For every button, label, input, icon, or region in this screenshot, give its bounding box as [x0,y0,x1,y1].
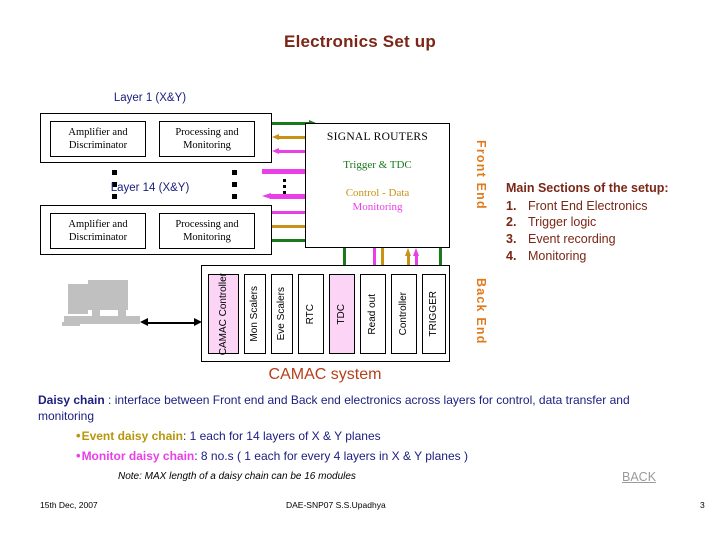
camac-module-camac-controller[interactable]: CAMAC Controller [208,272,239,356]
camac-module-label: TDC [336,303,348,325]
signal-routers-title: SIGNAL ROUTERS [326,131,429,143]
main-sections-item-1: 1. Front End Electronics [506,198,718,215]
footer-date: 15th Dec, 2007 [40,500,98,510]
camac-module-rtc[interactable]: RTC [298,274,324,354]
camac-system-box: CAMAC Controller Mon Scalers Eve Scalers… [201,265,450,362]
main-sections-item-4: 4. Monitoring [506,248,718,265]
back-end-side-label: Back End [474,278,488,345]
layer-1-amplifier-block: Amplifier and Discriminator [50,121,146,157]
section-text: Monitoring [528,248,587,263]
bullet-icon: • [76,447,81,463]
daisy-chain-description: Daisy chain : interface between Front en… [38,392,678,464]
slide-canvas: Electronics Set up Layer 1 (X&Y) Amplifi… [0,0,720,540]
section-number: 1. [506,198,517,213]
front-end-side-label: Front End [474,140,488,210]
layer-14-processing-block: Processing and Monitoring [159,213,255,249]
event-daisy-chain-bullet: • Event daisy chain : 1 each for 14 laye… [76,428,678,444]
section-text: Front End Electronics [528,198,648,213]
main-sections-item-2: 2. Trigger logic [506,214,718,231]
camac-module-read-out[interactable]: Read out [360,274,386,354]
computer-icon [62,278,142,328]
camac-system-label: CAMAC system [268,366,382,383]
section-text: Trigger logic [528,215,597,230]
daisy-chain-term: Daisy chain [38,393,105,407]
camac-module-label: RTC [305,303,317,325]
layer-14-amplifier-block: Amplifier and Discriminator [50,213,146,249]
camac-module-label: Mon Scalers [249,286,261,342]
section-number: 3. [506,231,517,246]
bullet-icon: • [76,428,81,444]
layer-14-label: Layer 14 (X&Y) [110,182,190,194]
camac-module-trigger[interactable]: TRIGGER [422,274,446,354]
layer-1-box: Amplifier and Discriminator Processing a… [40,113,272,163]
camac-module-label: Read out [367,293,379,335]
event-daisy-chain-term: Event daisy chain [81,429,183,444]
layer-14-box: Amplifier and Discriminator Processing a… [40,205,272,255]
main-sections-item-3: 3. Event recording [506,231,718,248]
camac-module-label: CAMAC Controller [217,272,229,356]
router-monitoring-label: Monitoring [352,201,403,213]
back-link[interactable]: BACK [622,470,656,484]
section-text: Event recording [528,231,616,246]
event-daisy-chain-rest: : 1 each for 14 layers of X & Y planes [182,429,381,444]
daisy-chain-note: Note: MAX length of a daisy chain can be… [118,471,356,482]
daisy-chain-lead: Daisy chain : interface between Front en… [38,392,678,424]
monitor-daisy-chain-bullet: • Monitor daisy chain: 8 no.s ( 1 each f… [76,448,678,464]
main-sections-heading: Main Sections of the setup: [506,181,669,195]
layer-1-processing-block: Processing and Monitoring [159,121,255,157]
signal-routers-box: SIGNAL ROUTERS Trigger & TDC Control - D… [305,123,450,248]
footer-page-number: 3 [700,500,705,510]
footer-center: DAE-SNP07 S.S.Upadhya [286,500,386,510]
monitor-daisy-chain-term: Monitor daisy chain [81,448,195,463]
camac-module-label: Controller [398,292,410,336]
camac-module-mon-scalers[interactable]: Mon Scalers [244,274,266,354]
router-control-label: Control - Data [345,187,410,199]
camac-module-controller[interactable]: Controller [391,274,417,354]
layer-1-label: Layer 1 (X&Y) [113,92,187,104]
daisy-chain-lead-rest: : interface between Front end and Back e… [38,393,630,424]
main-sections-list: Main Sections of the setup: 1. Front End… [506,180,718,264]
section-number: 4. [506,248,517,263]
section-number: 2. [506,215,517,230]
router-trigger-label: Trigger & TDC [343,159,412,171]
camac-module-tdc[interactable]: TDC [329,274,355,354]
camac-module-label: Eve Scalers [276,287,288,341]
monitor-daisy-chain-rest: : 8 no.s ( 1 each for every 4 layers in … [194,448,468,463]
computer-camac-link-arrow [140,318,202,327]
camac-module-label: TRIGGER [428,291,440,337]
page-title: Electronics Set up [284,32,436,51]
camac-module-eve-scalers[interactable]: Eve Scalers [271,274,293,354]
